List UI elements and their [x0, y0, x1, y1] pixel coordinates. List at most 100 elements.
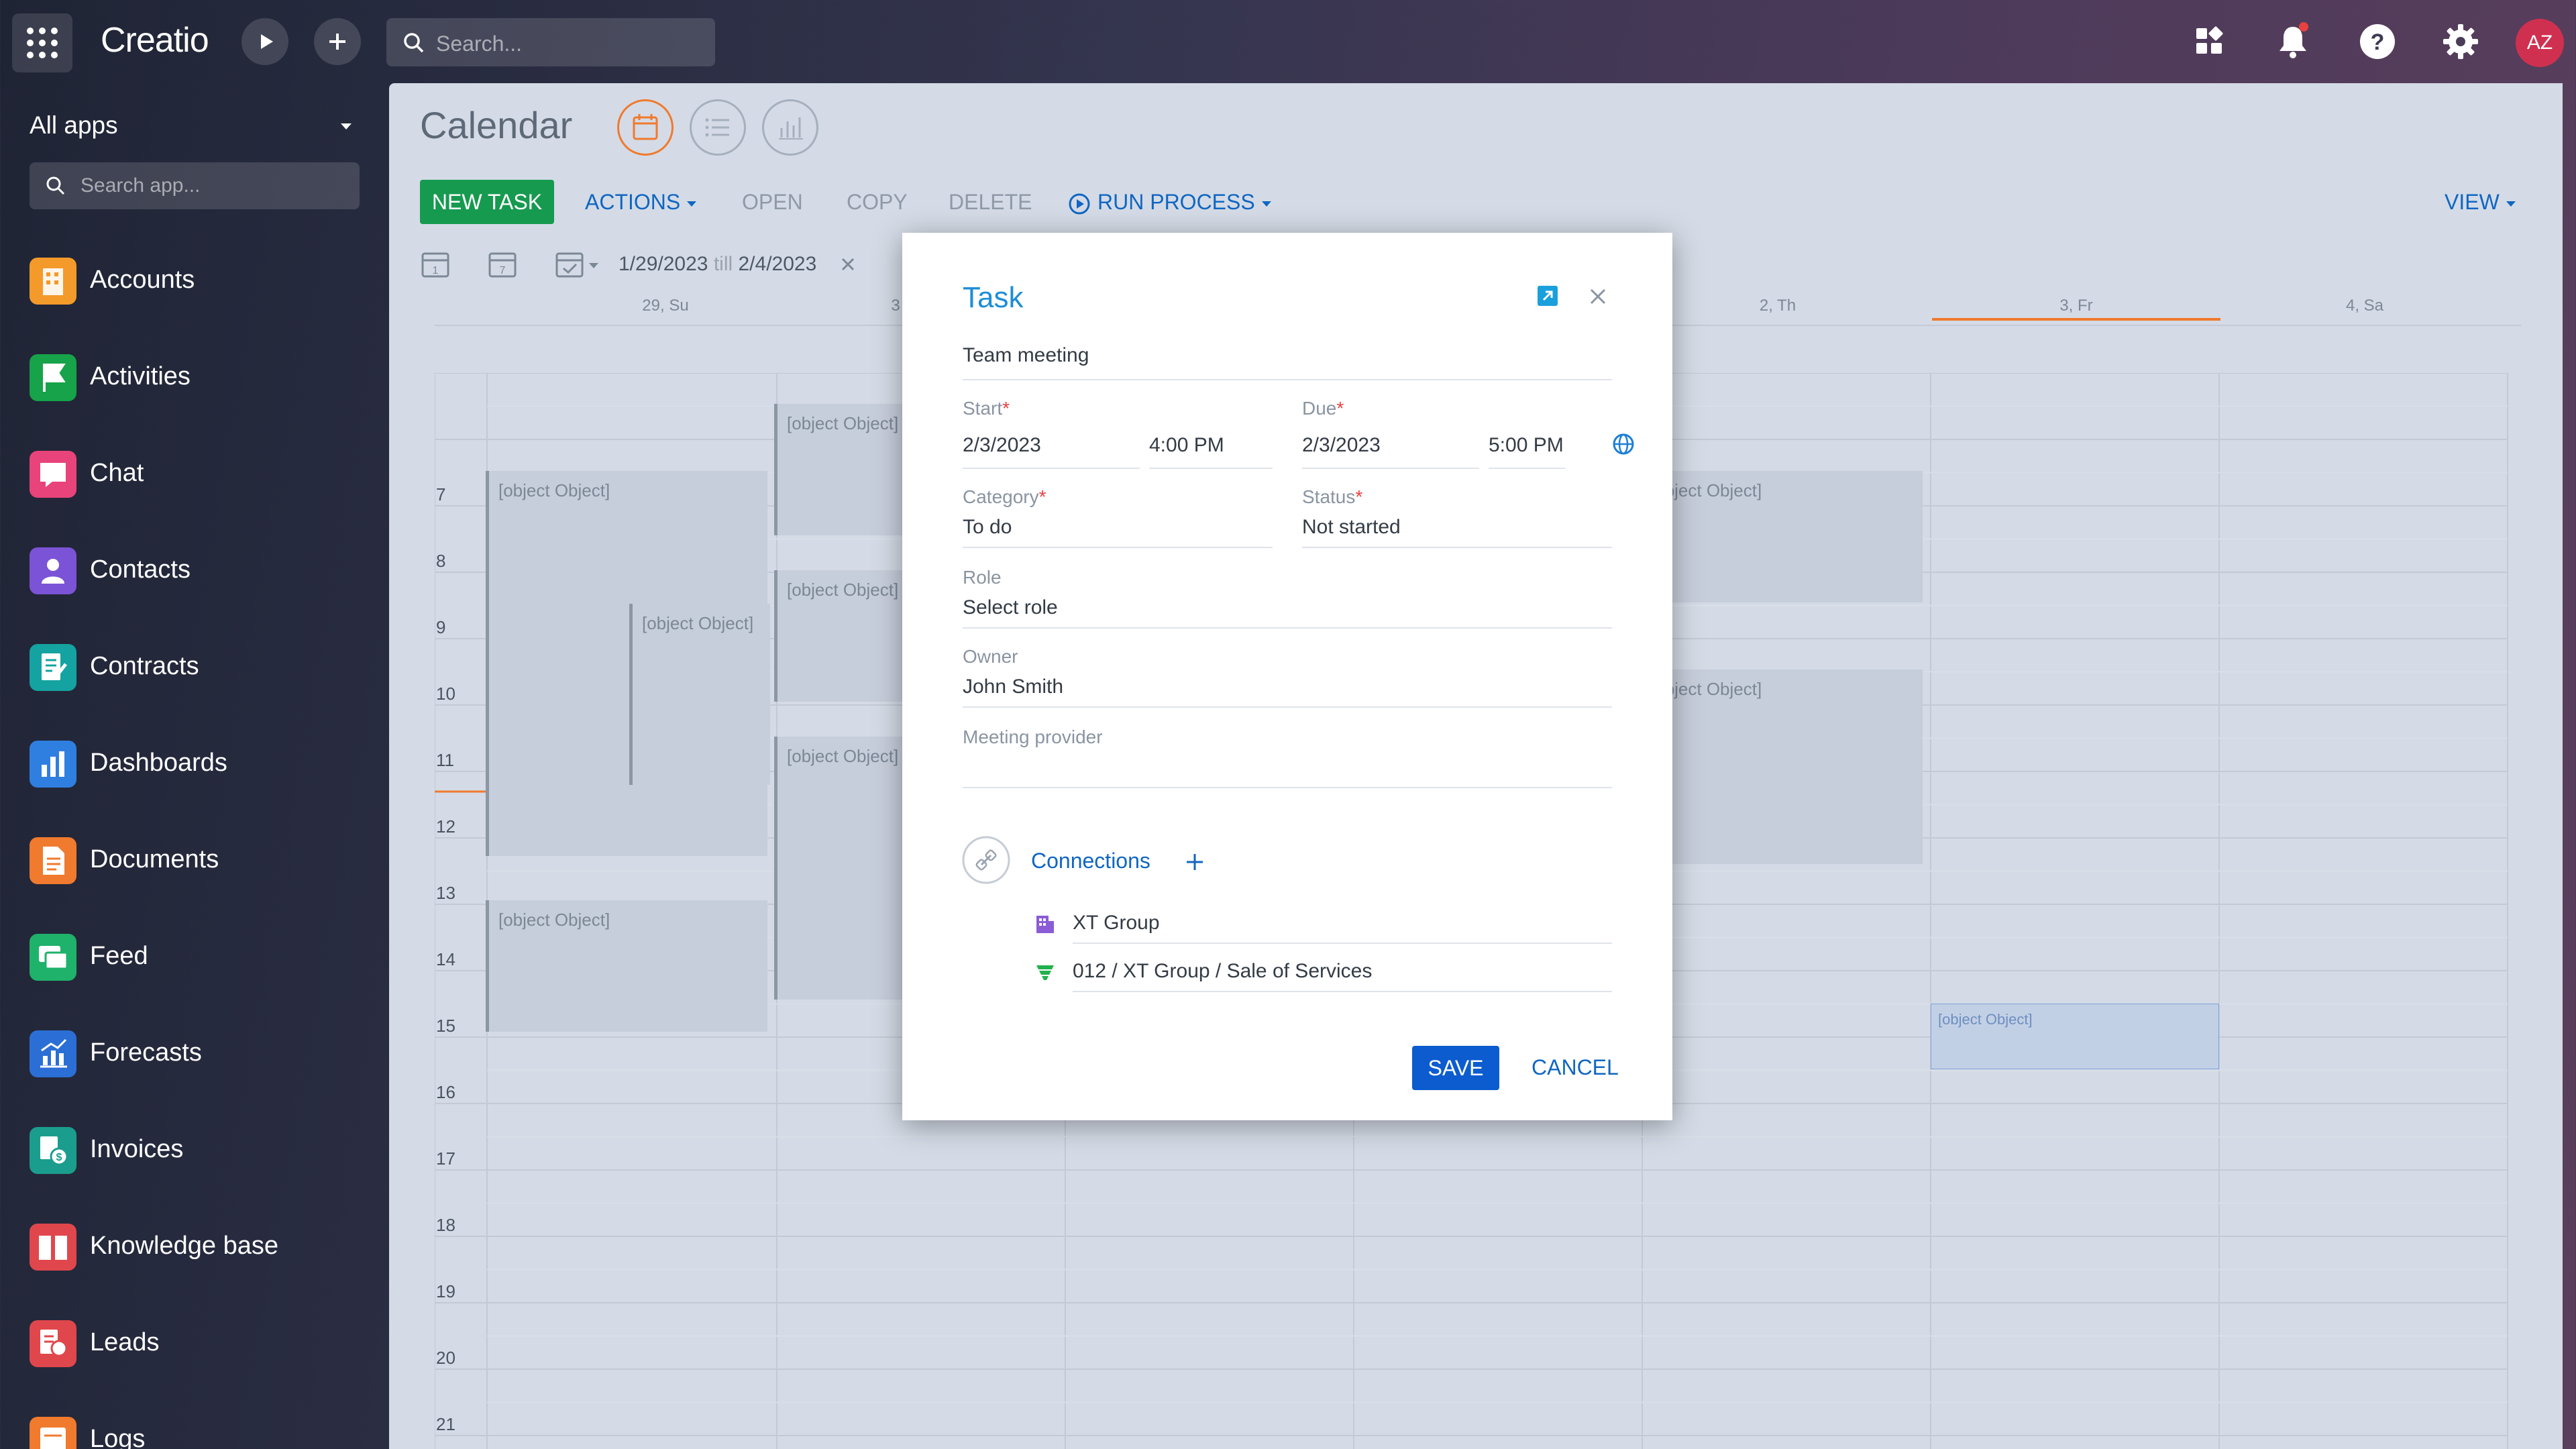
sidebar-item-label: Feed: [90, 942, 148, 970]
due-time-field[interactable]: 5:00 PM: [1489, 434, 1564, 457]
question-icon: ?: [2360, 24, 2395, 59]
sidebar-item-invoices[interactable]: $ Invoices: [30, 1120, 365, 1181]
sidebar-item-chat[interactable]: Chat: [30, 444, 365, 504]
actions-button[interactable]: ACTIONS: [585, 180, 698, 224]
grid-icon: [27, 28, 58, 58]
day-header-today[interactable]: 3, Fr: [1932, 297, 2220, 321]
close-icon[interactable]: [1587, 285, 1609, 308]
calendar-check-icon[interactable]: [553, 248, 604, 280]
sidebar-item-knowledge-base[interactable]: Knowledge base: [30, 1217, 365, 1277]
category-field[interactable]: To do: [963, 516, 1012, 539]
sidebar-item-forecasts[interactable]: Forecasts: [30, 1024, 365, 1084]
meeting-provider-field[interactable]: [963, 787, 1612, 788]
calendar-event[interactable]: [object Object]: [1641, 669, 1923, 864]
week-view-icon[interactable]: 7: [486, 248, 519, 280]
start-date-field[interactable]: 2/3/2023: [963, 434, 1041, 457]
svg-text:1: 1: [433, 265, 439, 276]
role-field[interactable]: Select role: [963, 596, 1058, 619]
hour-label: 9: [436, 617, 446, 637]
connection-account-link[interactable]: XT Group: [1073, 912, 1160, 934]
app-launcher-button[interactable]: [12, 13, 72, 72]
copy-button[interactable]: COPY: [847, 180, 908, 224]
sidebar-item-dashboards[interactable]: Dashboards: [30, 734, 365, 794]
sidebar-item-leads[interactable]: Leads: [30, 1313, 365, 1374]
day-header[interactable]: 29, Su: [565, 297, 766, 315]
run-button[interactable]: [241, 18, 288, 65]
sidebar-item-feed[interactable]: Feed: [30, 927, 365, 987]
analytics-view-button[interactable]: [762, 99, 818, 156]
sidebar-item-logs[interactable]: Logs: [30, 1410, 365, 1449]
sidebar-item-label: Documents: [90, 845, 219, 873]
cancel-button[interactable]: CANCEL: [1532, 1055, 1619, 1080]
user-avatar[interactable]: AZ: [2516, 19, 2564, 67]
calendar-event[interactable]: [object Object]: [486, 900, 767, 1032]
notifications-button[interactable]: [2271, 20, 2314, 63]
calendar-event[interactable]: [object Object]: [774, 404, 908, 535]
delete-button[interactable]: DELETE: [949, 180, 1032, 224]
play-circle-icon: [1069, 193, 1090, 215]
open-full-page-icon[interactable]: [1536, 284, 1560, 308]
svg-text:7: 7: [500, 265, 506, 276]
actions-label: ACTIONS: [585, 190, 681, 214]
day-header[interactable]: 4, Sa: [2220, 297, 2509, 315]
account-icon: [1036, 916, 1054, 933]
run-process-button[interactable]: RUN PROCESS: [1068, 180, 1273, 224]
status-label: Status*: [1302, 486, 1363, 507]
settings-button[interactable]: [2439, 20, 2482, 63]
task-dialog: Task Team meeting Start* 2/3/2023 4:00 P…: [902, 233, 1672, 1120]
search-app-input[interactable]: Search app...: [30, 162, 360, 209]
calendar-event[interactable]: [object Object]: [774, 737, 908, 1000]
timezone-globe-icon[interactable]: [1611, 431, 1636, 457]
start-label: Start*: [963, 398, 1010, 419]
due-label: Due*: [1302, 398, 1344, 419]
status-field[interactable]: Not started: [1302, 516, 1401, 539]
sidebar-item-label: Invoices: [90, 1135, 184, 1163]
list-view-button[interactable]: [690, 99, 746, 156]
sidebar-item-contracts[interactable]: Contracts: [30, 637, 365, 698]
day-header[interactable]: 2, Th: [1644, 297, 1912, 315]
subject-field[interactable]: Team meeting: [963, 344, 1089, 367]
hour-label: 20: [436, 1348, 455, 1368]
sidebar-item-label: Contracts: [90, 652, 199, 680]
due-date-field[interactable]: 2/3/2023: [1302, 434, 1381, 457]
sidebar-item-label: Activities: [90, 362, 191, 390]
calendar-event[interactable]: [object Object]: [774, 570, 908, 702]
calendar-event[interactable]: [object Object]: [629, 604, 770, 785]
help-button[interactable]: ?: [2356, 20, 2399, 63]
sidebar-item-accounts[interactable]: Accounts: [30, 251, 365, 311]
sidebar-item-label: Dashboards: [90, 749, 227, 777]
sidebar-item-activities[interactable]: Activities: [30, 347, 365, 408]
new-task-slot[interactable]: [object Object]: [1931, 1004, 2219, 1069]
view-button[interactable]: VIEW: [2445, 180, 2517, 224]
all-apps-dropdown[interactable]: All apps: [30, 111, 118, 140]
hour-label: 13: [436, 883, 455, 903]
day-view-icon[interactable]: 1: [419, 248, 452, 280]
contract-icon: [30, 644, 76, 691]
open-button[interactable]: OPEN: [742, 180, 803, 224]
connection-opportunity-link[interactable]: 012 / XT Group / Sale of Services: [1073, 960, 1372, 983]
sidebar-item-contacts[interactable]: Contacts: [30, 541, 365, 601]
chat-bubble-icon: [30, 451, 76, 498]
sidebar-item-documents[interactable]: Documents: [30, 830, 365, 891]
person-icon: [30, 547, 76, 594]
add-button[interactable]: [314, 18, 361, 65]
save-button[interactable]: SAVE: [1412, 1046, 1499, 1090]
page-title: Calendar: [420, 104, 573, 146]
creatio-logo[interactable]: Creatio: [101, 20, 209, 60]
apps-widget-button[interactable]: [2188, 20, 2231, 63]
clear-date-icon[interactable]: [839, 255, 857, 274]
dialog-title: Task: [963, 281, 1024, 314]
new-task-button[interactable]: NEW TASK: [420, 180, 554, 224]
calendar-event[interactable]: [object Object]: [1641, 471, 1923, 602]
search-icon: [46, 176, 65, 195]
global-search-input[interactable]: Search...: [386, 18, 715, 66]
add-connection-icon[interactable]: [1183, 850, 1207, 874]
calendar-view-button[interactable]: [617, 99, 674, 156]
chevron-down-icon[interactable]: [339, 122, 353, 131]
document-icon: [30, 837, 76, 884]
owner-field[interactable]: John Smith: [963, 676, 1063, 698]
hour-label: 12: [436, 816, 455, 837]
date-range[interactable]: 1/29/2023 till 2/4/2023: [619, 253, 816, 276]
start-time-field[interactable]: 4:00 PM: [1149, 434, 1224, 457]
view-label: VIEW: [2445, 190, 2500, 214]
